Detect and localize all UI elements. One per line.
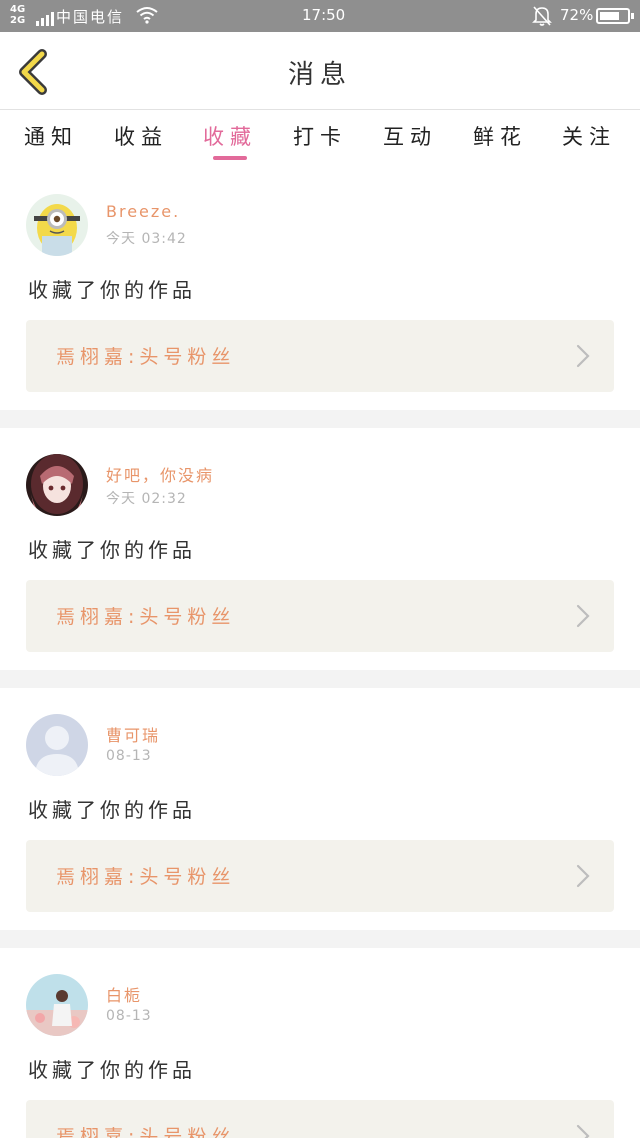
message-text: 收藏了你的作品 <box>28 538 196 562</box>
avatar[interactable] <box>26 194 88 256</box>
minion-avatar-icon <box>26 194 88 256</box>
list-item[interactable]: 白栀 08-13 收藏了你的作品 焉栩嘉:头号粉丝 <box>0 948 640 1138</box>
network-type-bottom: 2G <box>10 15 26 26</box>
tab-checkin[interactable]: 打卡 <box>285 121 355 151</box>
page-title: 消息 <box>287 60 352 90</box>
status-bar: 4G 2G 中国电信 17:50 72% <box>0 0 640 32</box>
bell-off-icon <box>532 5 552 31</box>
list-item[interactable]: Breeze. 今天 03:42 收藏了你的作品 焉栩嘉:头号粉丝 <box>0 168 640 410</box>
work-link[interactable]: 焉栩嘉:头号粉丝 <box>26 1100 614 1138</box>
list-item[interactable]: 曹可瑞 08-13 收藏了你的作品 焉栩嘉:头号粉丝 <box>0 688 640 930</box>
tab-flowers[interactable]: 鲜花 <box>465 121 535 151</box>
tab-bar: 通知 收益 收藏 打卡 互动 鲜花 关注 <box>0 111 640 167</box>
username[interactable]: Breeze. <box>106 202 180 221</box>
chevron-right-icon <box>576 1124 590 1138</box>
clock: 17:50 <box>302 6 346 24</box>
timestamp: 今天 03:42 <box>106 231 187 247</box>
anime-girl-avatar-icon <box>26 454 88 516</box>
message-text: 收藏了你的作品 <box>28 798 196 822</box>
tab-notifications[interactable]: 通知 <box>16 121 86 151</box>
work-title: 焉栩嘉:头号粉丝 <box>56 606 236 628</box>
work-link[interactable]: 焉栩嘉:头号粉丝 <box>26 840 614 912</box>
work-link[interactable]: 焉栩嘉:头号粉丝 <box>26 580 614 652</box>
username[interactable]: 好吧，你没病 <box>106 462 214 486</box>
username[interactable]: 白栀 <box>106 982 142 1006</box>
avatar[interactable] <box>26 714 88 776</box>
work-title: 焉栩嘉:头号粉丝 <box>56 1126 236 1138</box>
timestamp: 08-13 <box>106 1008 152 1024</box>
beach-girl-avatar-icon <box>26 974 88 1036</box>
header: 消息 <box>0 32 640 110</box>
work-title: 焉栩嘉:头号粉丝 <box>56 866 236 888</box>
carrier-name: 中国电信 <box>56 8 125 26</box>
signal-icon: 4G 2G <box>10 4 54 28</box>
divider <box>0 410 640 428</box>
chevron-right-icon <box>576 344 590 368</box>
wifi-icon <box>136 6 158 28</box>
network-type-top: 4G <box>10 4 26 15</box>
battery-icon <box>596 8 634 24</box>
tab-interactions[interactable]: 互动 <box>375 121 445 151</box>
chevron-right-icon <box>576 604 590 628</box>
active-tab-indicator <box>213 156 247 160</box>
avatar[interactable] <box>26 974 88 1036</box>
username[interactable]: 曹可瑞 <box>106 722 160 746</box>
list-item[interactable]: 好吧，你没病 今天 02:32 收藏了你的作品 焉栩嘉:头号粉丝 <box>0 428 640 670</box>
work-title: 焉栩嘉:头号粉丝 <box>56 346 236 368</box>
tab-earnings[interactable]: 收益 <box>106 121 176 151</box>
divider <box>0 930 640 948</box>
chevron-right-icon <box>576 864 590 888</box>
tab-follows[interactable]: 关注 <box>554 121 624 151</box>
work-link[interactable]: 焉栩嘉:头号粉丝 <box>26 320 614 392</box>
default-user-avatar-icon <box>26 714 88 776</box>
message-text: 收藏了你的作品 <box>28 1058 196 1082</box>
timestamp: 今天 02:32 <box>106 491 187 507</box>
tab-favorites[interactable]: 收藏 <box>195 121 265 151</box>
timestamp: 08-13 <box>106 748 152 764</box>
divider <box>0 670 640 688</box>
battery-percent: 72% <box>560 6 594 24</box>
message-text: 收藏了你的作品 <box>28 278 196 302</box>
avatar[interactable] <box>26 454 88 516</box>
